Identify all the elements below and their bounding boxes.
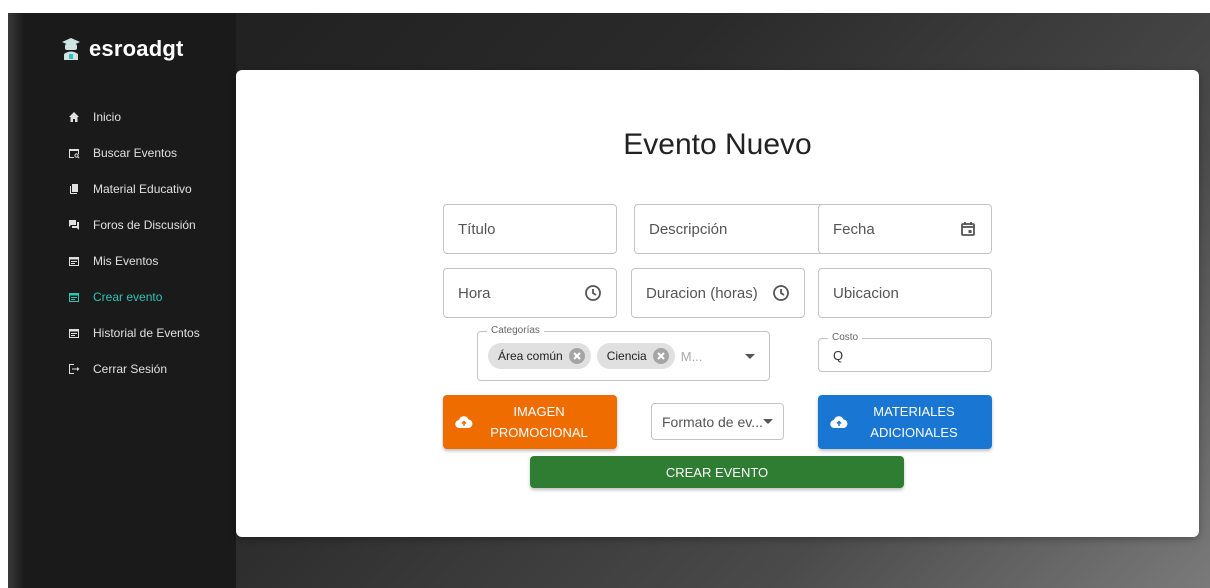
titulo-field[interactable]: Título xyxy=(443,204,617,254)
calendar-search-icon xyxy=(68,147,80,159)
calendar-icon xyxy=(68,327,80,339)
sidebar-item-label: Foros de Discusión xyxy=(93,218,196,232)
sidebar-item-crear-evento[interactable]: Crear evento xyxy=(24,279,236,315)
page-title: Evento Nuevo xyxy=(623,128,812,161)
chip-area-comun[interactable]: Área común xyxy=(488,343,591,369)
categorias-label: Categorías xyxy=(487,325,544,337)
hora-placeholder: Hora xyxy=(458,284,491,302)
chip-label: Área común xyxy=(498,349,563,363)
sidebar-item-foros[interactable]: Foros de Discusión xyxy=(24,207,236,243)
sidebar-item-label: Buscar Eventos xyxy=(93,146,178,160)
clock-icon[interactable] xyxy=(584,284,602,302)
graduate-icon xyxy=(62,38,80,60)
sidebar-item-mis-eventos[interactable]: Mis Eventos xyxy=(24,243,236,279)
costo-value: Q xyxy=(833,347,844,363)
chevron-down-icon[interactable] xyxy=(763,419,773,424)
logout-icon xyxy=(68,363,80,375)
sidebar-item-historial[interactable]: Historial de Eventos xyxy=(24,315,236,351)
book-icon xyxy=(68,183,80,195)
app-window: esroadgt Inicio Buscar Eventos Material … xyxy=(8,13,1210,588)
home-icon xyxy=(68,111,80,123)
button-label-line1: IMAGEN xyxy=(513,404,565,419)
costo-field[interactable]: Costo Q xyxy=(818,332,992,372)
sidebar-nav: Inicio Buscar Eventos Material Educativo… xyxy=(24,99,236,387)
button-label-line2: PROMOCIONAL xyxy=(490,425,588,440)
formato-select[interactable]: Formato de ev... xyxy=(651,403,784,440)
imagen-promocional-button[interactable]: IMAGEN PROMOCIONAL xyxy=(443,395,617,449)
ubicacion-field[interactable]: Ubicacion xyxy=(818,268,992,318)
sidebar-item-inicio[interactable]: Inicio xyxy=(24,99,236,135)
fecha-placeholder: Fecha xyxy=(833,220,875,238)
duracion-field[interactable]: Duracion (horas) xyxy=(631,268,805,318)
button-label: CREAR EVENTO xyxy=(665,464,769,480)
button-label: MATERIALES ADICIONALES xyxy=(870,401,957,443)
cloud-upload-icon xyxy=(830,416,848,429)
sidebar-item-label: Mis Eventos xyxy=(93,254,159,268)
sidebar-item-material-educativo[interactable]: Material Educativo xyxy=(24,171,236,207)
button-label-line1: MATERIALES xyxy=(873,404,955,419)
categorias-select[interactable]: Categorías Área común Ciencia M... xyxy=(477,325,770,381)
titulo-placeholder: Título xyxy=(458,220,496,238)
chevron-down-icon[interactable] xyxy=(745,353,755,359)
chip-remove-icon[interactable] xyxy=(652,348,669,364)
chip-ciencia[interactable]: Ciencia xyxy=(596,343,675,369)
calendar-icon xyxy=(68,255,80,267)
calendar-icon[interactable] xyxy=(959,220,977,238)
formato-placeholder: Formato de ev... xyxy=(662,413,763,430)
clock-icon[interactable] xyxy=(772,284,790,302)
descripcion-placeholder: Descripción xyxy=(649,220,728,238)
page-background: esroadgt Inicio Buscar Eventos Material … xyxy=(0,0,1210,588)
sidebar-item-label: Cerrar Sesión xyxy=(93,362,168,376)
descripcion-field[interactable]: Descripción xyxy=(634,204,828,254)
chip-label: Ciencia xyxy=(606,349,647,363)
sidebar-item-cerrar-sesion[interactable]: Cerrar Sesión xyxy=(24,351,236,387)
sidebar-item-buscar-eventos[interactable]: Buscar Eventos xyxy=(24,135,236,171)
forum-icon xyxy=(68,219,80,231)
brand-name: esroadgt xyxy=(89,36,184,61)
crear-evento-button[interactable]: CREAR EVENTO xyxy=(530,456,904,488)
ubicacion-placeholder: Ubicacion xyxy=(833,284,899,302)
new-event-card: Evento Nuevo Título Descripción Fecha Ho… xyxy=(236,70,1199,537)
hora-field[interactable]: Hora xyxy=(443,268,617,318)
duracion-placeholder: Duracion (horas) xyxy=(646,284,758,302)
sidebar-item-label: Crear evento xyxy=(93,290,163,304)
calendar-icon xyxy=(68,291,80,303)
sidebar-item-label: Material Educativo xyxy=(93,182,192,196)
brand[interactable]: esroadgt xyxy=(61,36,184,62)
left-edge xyxy=(8,13,24,588)
button-label-line2: ADICIONALES xyxy=(870,425,958,440)
categorias-overflow: M... xyxy=(680,348,703,364)
chip-remove-icon[interactable] xyxy=(568,348,585,364)
cloud-upload-icon xyxy=(455,416,473,429)
costo-label: Costo xyxy=(828,332,863,344)
button-label: IMAGEN PROMOCIONAL xyxy=(490,401,588,443)
materiales-adicionales-button[interactable]: MATERIALES ADICIONALES xyxy=(818,395,992,449)
fecha-field[interactable]: Fecha xyxy=(818,204,992,254)
sidebar-item-label: Historial de Eventos xyxy=(93,326,200,340)
sidebar-item-label: Inicio xyxy=(93,110,122,124)
sidebar: esroadgt Inicio Buscar Eventos Material … xyxy=(24,13,236,588)
